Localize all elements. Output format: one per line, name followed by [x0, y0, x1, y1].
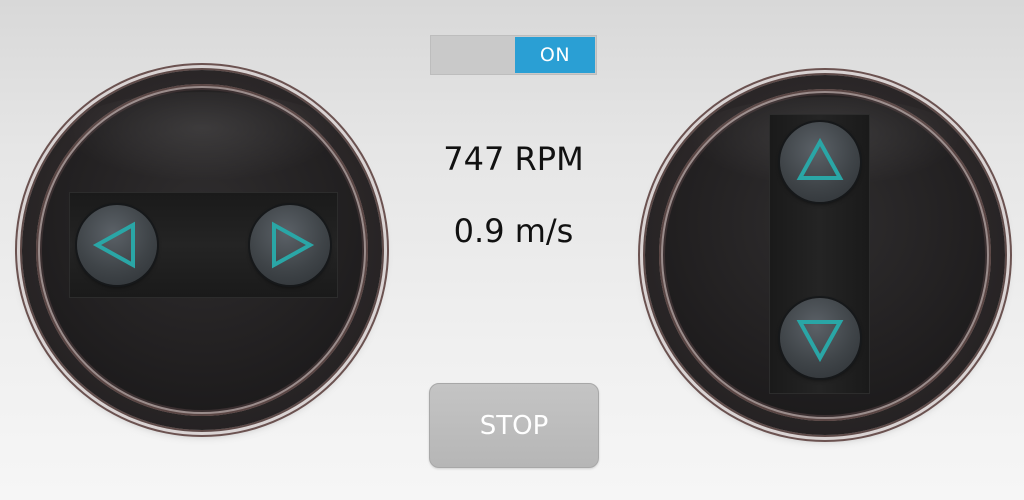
steer-right-button[interactable]: [250, 205, 330, 285]
arrow-right-icon: [272, 221, 315, 269]
rpm-readout: 747 RPM: [443, 140, 584, 178]
throttle-down-button[interactable]: [780, 298, 860, 378]
throttle-up-button[interactable]: [780, 122, 860, 202]
arrow-down-icon: [796, 320, 844, 363]
speed-readout: 0.9 m/s: [453, 212, 574, 250]
stop-button[interactable]: STOP: [429, 383, 599, 468]
arrow-up-icon: [796, 137, 844, 180]
toggle-state-label: ON: [515, 37, 595, 73]
arrow-left-icon: [92, 221, 135, 269]
steer-left-button[interactable]: [77, 205, 157, 285]
steering-pad: [22, 70, 382, 430]
power-toggle[interactable]: ON: [430, 35, 597, 75]
throttle-pad: [645, 75, 1005, 435]
